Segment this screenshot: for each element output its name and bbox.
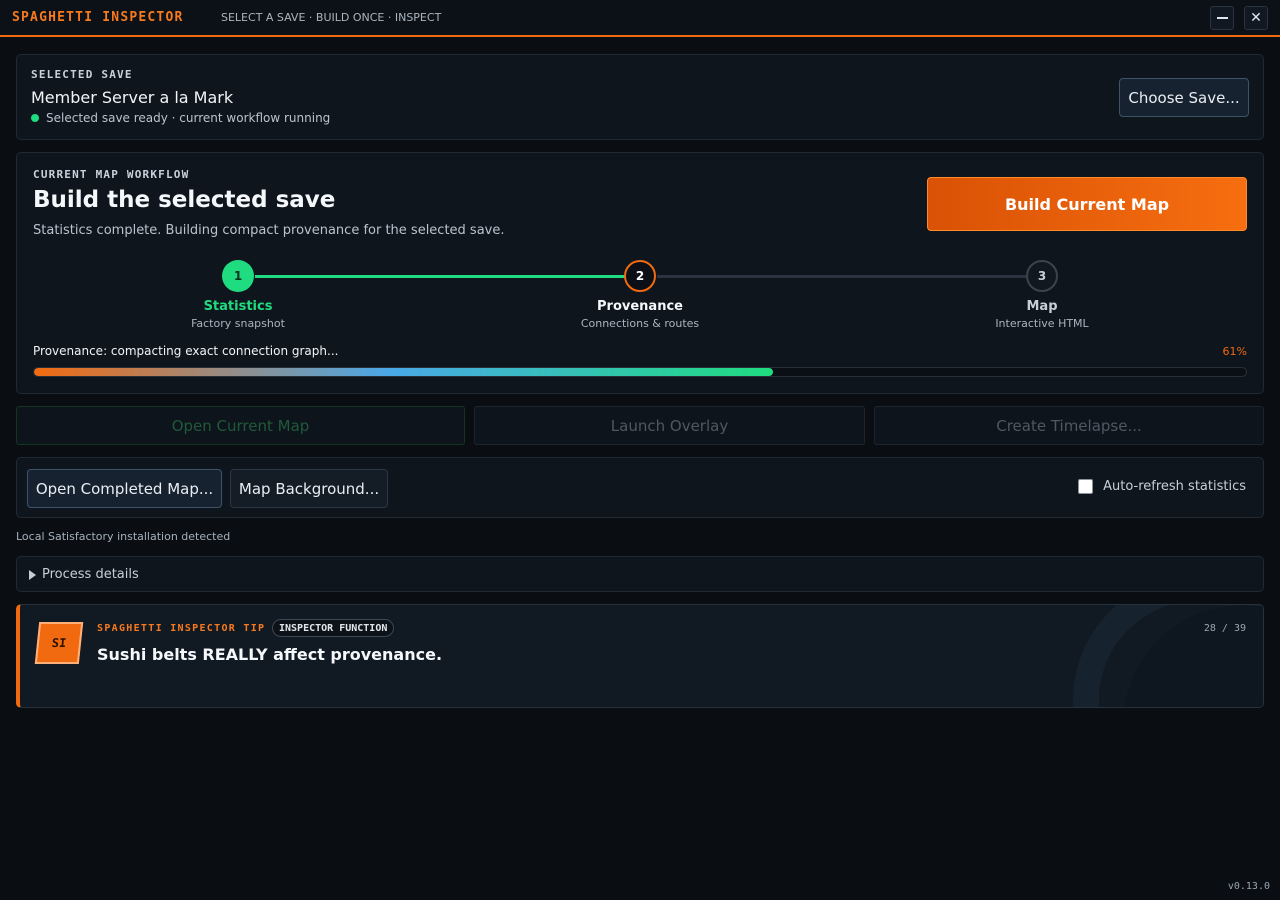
progress-fill <box>34 368 774 376</box>
tip-counter: 28 / 39 <box>1203 623 1246 634</box>
tip-logo-icon: SI <box>34 622 84 664</box>
save-status-text: Selected save ready · current workflow r… <box>46 111 331 125</box>
title-bar: SPAGHETTI INSPECTOR SELECT A SAVE · BUIL… <box>0 0 1280 37</box>
step-2-indicator: 2 <box>624 260 656 292</box>
launch-overlay-button[interactable]: Launch Overlay <box>474 406 865 445</box>
auto-refresh-toggle[interactable]: Auto-refresh statistics <box>1078 479 1246 494</box>
step-1-label: Statistics <box>203 299 273 314</box>
tip-card: SI SPAGHETTI INSPECTOR TIP INSPECTOR FUN… <box>16 604 1264 708</box>
workflow-panel: CURRENT MAP WORKFLOW Build the selected … <box>16 152 1264 394</box>
tip-category-badge: INSPECTOR FUNCTION <box>272 619 395 637</box>
minimize-icon[interactable] <box>1210 6 1234 30</box>
app-subtitle: SELECT A SAVE · BUILD ONCE · INSPECT <box>221 11 442 24</box>
open-current-map-button[interactable]: Open Current Map <box>16 406 465 445</box>
progress-text: Provenance: compacting exact connection … <box>33 344 339 358</box>
map-background-button[interactable]: Map Background... <box>230 469 388 508</box>
app-title: SPAGHETTI INSPECTOR <box>12 10 184 25</box>
workflow-eyebrow: CURRENT MAP WORKFLOW <box>33 168 190 181</box>
process-details-label: Process details <box>42 567 139 582</box>
auto-refresh-label: Auto-refresh statistics <box>1103 479 1246 494</box>
progress-bar <box>33 367 1247 377</box>
tip-eyebrow: SPAGHETTI INSPECTOR TIP <box>97 623 266 634</box>
step-3-sublabel: Interactive HTML <box>995 317 1089 330</box>
build-current-map-button[interactable]: Build Current Map <box>927 177 1247 231</box>
step-2-sublabel: Connections & routes <box>580 317 700 330</box>
selected-save-panel: SELECTED SAVE Member Server a la Mark Se… <box>16 54 1264 140</box>
process-details-toggle[interactable]: Process details <box>29 567 139 582</box>
process-details-panel[interactable]: Process details <box>16 556 1264 592</box>
open-completed-map-button[interactable]: Open Completed Map... <box>27 469 222 508</box>
step-1-sublabel: Factory snapshot <box>191 317 285 330</box>
secondary-actions-panel: Open Completed Map... Map Background... … <box>16 457 1264 518</box>
step-connector-done <box>255 275 643 278</box>
create-timelapse-button[interactable]: Create Timelapse... <box>874 406 1264 445</box>
workflow-description: Statistics complete. Building compact pr… <box>33 223 505 238</box>
version-label: v0.13.0 <box>1227 881 1270 892</box>
progress-percent: 61% <box>1222 345 1247 358</box>
selected-save-eyebrow: SELECTED SAVE <box>31 68 133 81</box>
close-icon[interactable]: ✕ <box>1244 6 1268 30</box>
step-1-indicator: 1 <box>222 260 254 292</box>
step-connector-pending <box>657 275 1045 278</box>
step-2-label: Provenance <box>597 299 683 314</box>
auto-refresh-checkbox[interactable] <box>1078 479 1094 494</box>
step-3-indicator: 3 <box>1026 260 1058 292</box>
choose-save-button[interactable]: Choose Save... <box>1119 78 1249 117</box>
step-3-label: Map <box>1026 299 1058 314</box>
disclosure-triangle-icon <box>29 569 36 580</box>
status-dot-icon <box>31 114 39 122</box>
tip-text: Sushi belts REALLY affect provenance. <box>97 645 443 664</box>
save-name: Member Server a la Mark <box>31 88 234 107</box>
workflow-title: Build the selected save <box>33 187 336 213</box>
save-status: Selected save ready · current workflow r… <box>31 111 330 125</box>
install-status: Local Satisfactory installation detected <box>16 530 231 543</box>
